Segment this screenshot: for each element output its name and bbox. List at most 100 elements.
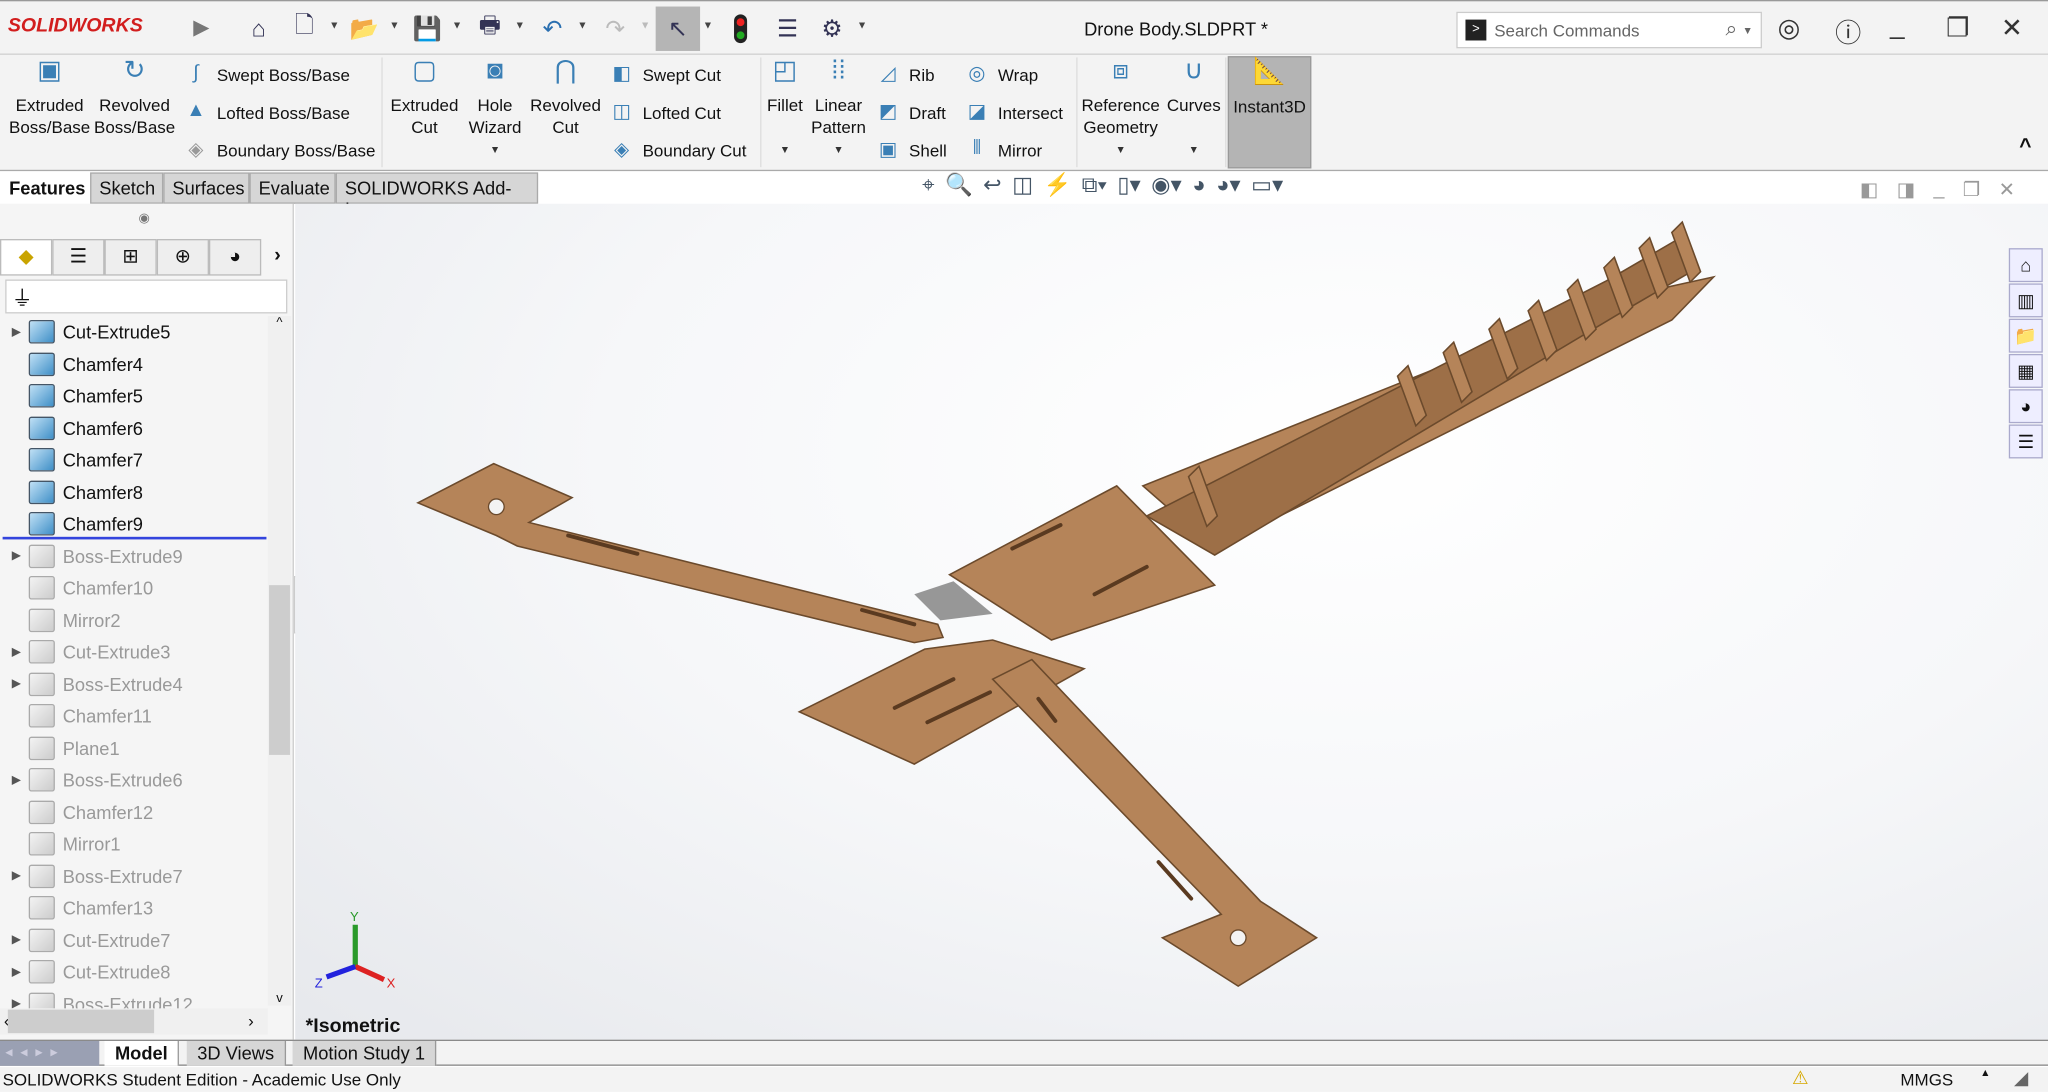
file-properties-icon[interactable]: ☰	[771, 12, 805, 46]
tab-scroll-buttons[interactable]: ◂◂▸▸	[0, 1040, 100, 1066]
tree-filter[interactable]: ⏚	[5, 279, 288, 314]
tree-item[interactable]: Chamfer9	[0, 508, 268, 539]
tree-item[interactable]: Chamfer11	[0, 700, 268, 731]
file-explorer-icon[interactable]: 📁	[2008, 318, 2043, 353]
new-document-icon[interactable]: 🗋	[287, 12, 321, 46]
scroll-up-icon[interactable]: ^	[268, 316, 292, 330]
draft-button[interactable]: ◩ Draft	[875, 99, 946, 125]
dynamic-annotation-icon[interactable]: ⚡	[1044, 172, 1072, 198]
size-grip-icon[interactable]: ◢	[2014, 1067, 2028, 1089]
home-icon[interactable]: ⌂	[242, 12, 276, 46]
hole-wizard-button[interactable]: ◙ Hole Wizard ▼	[465, 57, 525, 161]
rebuild-warning-icon[interactable]: ⚠	[1792, 1067, 1808, 1089]
fillet-button[interactable]: ◰ Fillet ▼	[763, 57, 807, 161]
chevron-down-icon[interactable]: ▼	[389, 20, 399, 32]
graphics-area[interactable]: ⌖ 🔍 ↩ ◫ ⚡ ⧉▾ ▯▾ ◉▾ ◕ ◕▾ ▭▾ ◧ ◨ _ ❐ ✕ Y X…	[295, 172, 2048, 1040]
tree-item[interactable]: ▶ Boss-Extrude7	[0, 860, 268, 891]
tab-surfaces[interactable]: Surfaces	[163, 172, 250, 204]
viewport-minimize-icon[interactable]: _	[1934, 178, 1945, 202]
search-commands-input[interactable]: > Search Commands ⌕ ▼	[1456, 11, 1762, 49]
tree-item[interactable]: ▶ Cut-Extrude3	[0, 636, 268, 667]
chevron-down-icon[interactable]: ▼	[329, 20, 339, 32]
select-icon[interactable]: ↖	[655, 6, 701, 51]
extruded-cut-button[interactable]: ▢ Extruded Cut	[387, 57, 463, 138]
extruded-boss-button[interactable]: ▣ Extruded Boss/Base	[8, 57, 92, 138]
shell-button[interactable]: ▣ Shell	[875, 137, 947, 163]
tree-item[interactable]: ▶ Boss-Extrude6	[0, 764, 268, 795]
tile-right-icon[interactable]: ◨	[1897, 178, 1916, 201]
scroll-down-icon[interactable]: v	[268, 991, 292, 1005]
chevron-down-icon[interactable]: ▼	[763, 138, 807, 160]
tab-sketch[interactable]: Sketch	[90, 172, 164, 204]
tree-item[interactable]: ▶ Boss-Extrude9	[0, 540, 268, 571]
tab-features[interactable]: Features	[0, 172, 89, 204]
rollback-bar[interactable]	[2, 536, 267, 540]
chevron-down-icon[interactable]: ▼	[810, 138, 867, 160]
chevron-right-icon[interactable]: ›	[261, 239, 294, 276]
view-settings-icon[interactable]: ▭▾	[1251, 172, 1283, 198]
open-icon[interactable]: 📂	[347, 12, 381, 46]
dimxpert-manager-tab-icon[interactable]: ⊕	[156, 239, 209, 276]
rebuild-icon[interactable]	[724, 12, 758, 46]
close-button[interactable]: ✕	[2001, 12, 2023, 45]
chevron-down-icon[interactable]: ▼	[640, 20, 650, 32]
save-icon[interactable]: 💾	[410, 12, 444, 46]
tree-item[interactable]: Chamfer13	[0, 892, 268, 923]
tree-item[interactable]: Mirror1	[0, 828, 268, 859]
boundary-cut-button[interactable]: ◈ Boundary Cut	[609, 137, 746, 163]
tree-item[interactable]: Chamfer10	[0, 572, 268, 603]
revolved-cut-button[interactable]: ⋂ Revolved Cut	[528, 57, 604, 138]
chevron-down-icon[interactable]: ▼	[703, 20, 713, 32]
tab-solidworks-add-ins[interactable]: SOLIDWORKS Add-Ins	[335, 172, 539, 219]
tree-item[interactable]: Chamfer8	[0, 476, 268, 507]
minimize-button[interactable]: _	[1890, 12, 1905, 42]
expand-arrow-icon[interactable]: ▶	[0, 869, 21, 883]
appearances-icon[interactable]: ◕	[2008, 389, 2043, 424]
units-selector[interactable]: MMGS	[1900, 1070, 1953, 1090]
expand-arrow-icon[interactable]: ▶	[0, 325, 21, 339]
tree-item[interactable]: Chamfer4	[0, 348, 268, 379]
tab-motion-study-1[interactable]: Motion Study 1	[292, 1040, 437, 1066]
units-chevron-up-icon[interactable]: ▲	[1980, 1067, 1990, 1079]
options-icon[interactable]: ⚙	[815, 12, 849, 46]
tree-item[interactable]: Chamfer6	[0, 412, 268, 443]
print-icon[interactable]: 🖶	[473, 12, 507, 46]
lofted-boss-button[interactable]: ▲ Lofted Boss/Base	[183, 99, 350, 125]
instant3d-button[interactable]: 📐 Instant3D	[1227, 56, 1312, 169]
revolved-boss-button[interactable]: ↻ Revolved Boss/Base	[94, 57, 175, 138]
viewport-close-icon[interactable]: ✕	[1999, 178, 2015, 201]
expand-arrow-icon[interactable]: ▶	[0, 933, 21, 947]
chevron-down-icon[interactable]: ▼	[1165, 138, 1222, 160]
tree-item[interactable]: ▶ Cut-Extrude8	[0, 956, 268, 987]
display-manager-tab-icon[interactable]: ◕	[208, 239, 262, 276]
chevron-down-icon[interactable]: ▼	[452, 20, 462, 32]
boundary-boss-button[interactable]: ◈ Boundary Boss/Base	[183, 137, 375, 163]
view-orientation-icon[interactable]: ⧉▾	[1082, 172, 1107, 198]
viewport-restore-icon[interactable]: ❐	[1963, 178, 1981, 201]
drone-body-model[interactable]	[416, 220, 1717, 988]
tree-item[interactable]: Chamfer12	[0, 796, 268, 827]
wrap-button[interactable]: ◎ Wrap	[964, 61, 1038, 87]
solidworks-resources-icon[interactable]: ⌂	[2008, 248, 2043, 283]
hide-show-items-icon[interactable]: ◉▾	[1151, 172, 1182, 198]
tile-left-icon[interactable]: ◧	[1860, 178, 1879, 201]
collapse-ribbon-icon[interactable]: ^	[2019, 136, 2031, 160]
feature-manager-tab-icon[interactable]: ◆	[0, 239, 53, 276]
section-view-icon[interactable]: ◫	[1012, 172, 1033, 198]
chevron-down-icon[interactable]: ▼	[465, 138, 525, 160]
search-icon[interactable]: ⌕	[1726, 18, 1738, 42]
tree-item[interactable]: Chamfer7	[0, 444, 268, 475]
menu-expand-arrow-icon[interactable]: ▶	[193, 14, 209, 40]
rib-button[interactable]: ◿ Rib	[875, 61, 935, 87]
swept-boss-button[interactable]: ∫ Swept Boss/Base	[183, 61, 350, 87]
tab-3d-views[interactable]: 3D Views	[186, 1040, 286, 1066]
property-manager-tab-icon[interactable]: ☰	[52, 239, 105, 276]
configuration-manager-tab-icon[interactable]: ⊞	[104, 239, 157, 276]
chevron-down-icon[interactable]: ▼	[1742, 24, 1752, 36]
chevron-down-icon[interactable]: ▼	[577, 20, 587, 32]
expand-arrow-icon[interactable]: ▶	[0, 645, 21, 659]
scroll-thumb[interactable]	[269, 585, 290, 755]
design-library-icon[interactable]: ▥	[2008, 283, 2043, 318]
model-view[interactable]: Y X Z	[295, 204, 2048, 1040]
expand-arrow-icon[interactable]: ▶	[0, 677, 21, 691]
